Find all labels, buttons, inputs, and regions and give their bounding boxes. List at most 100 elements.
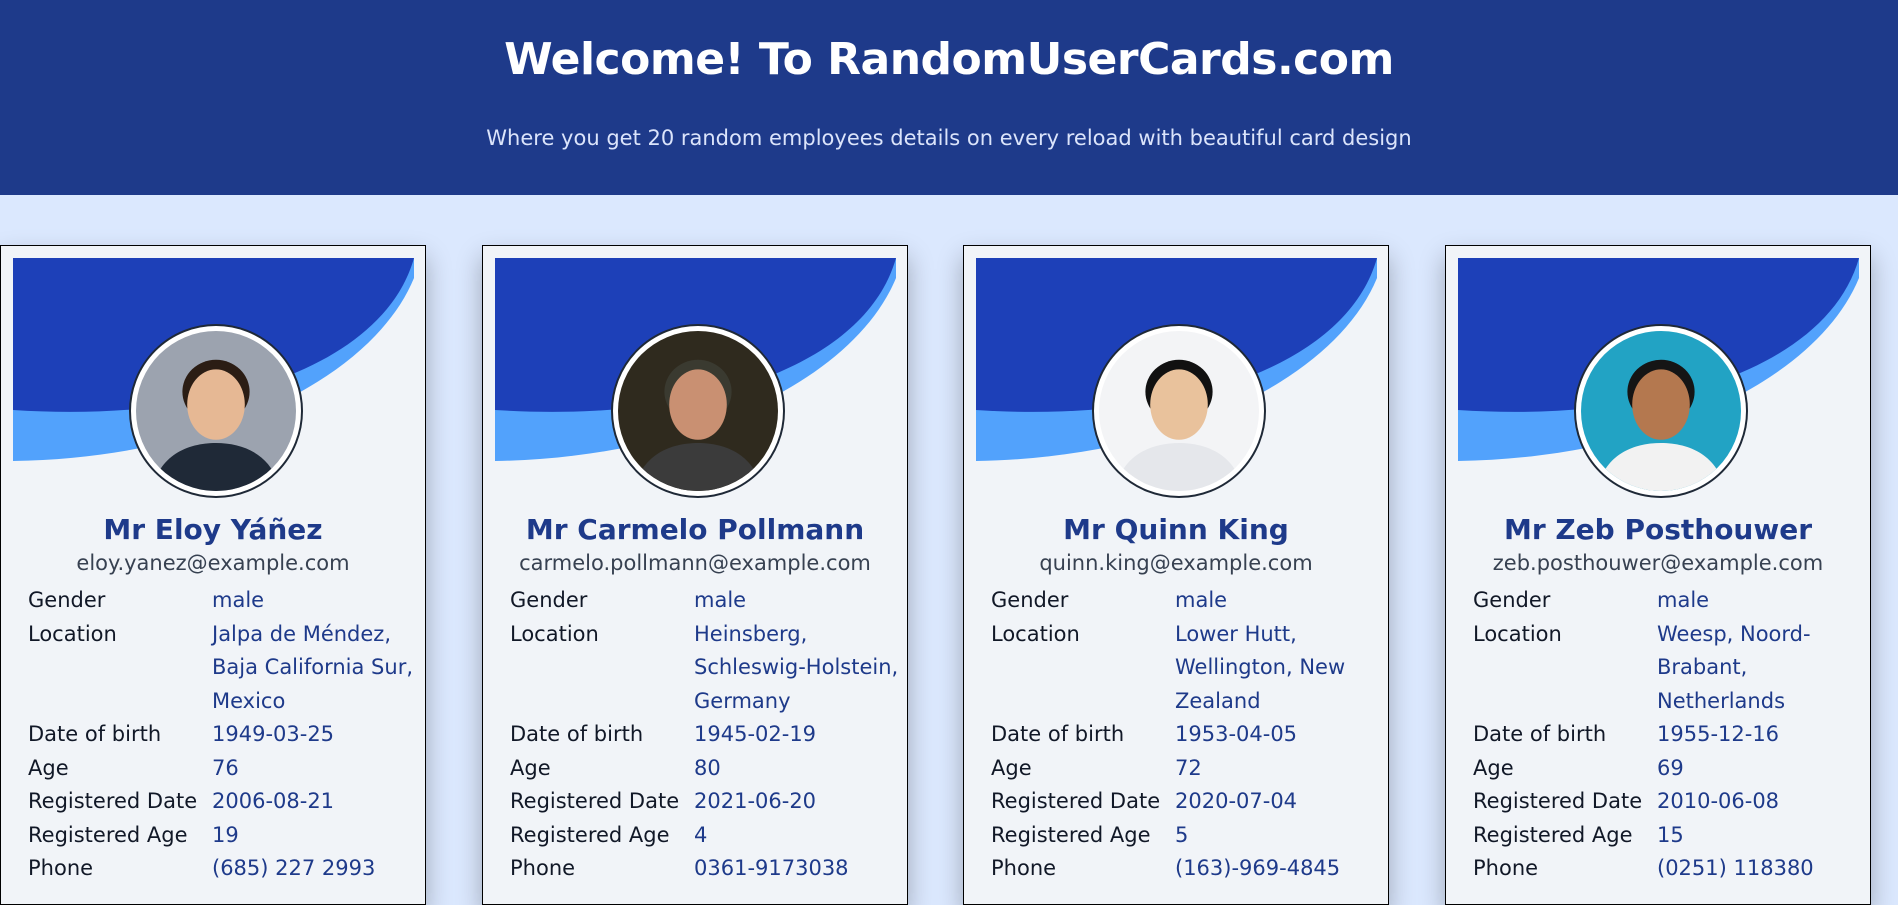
registered-age-value: 5 xyxy=(1175,822,1189,847)
user-card: Mr Zeb Posthouwer zeb.posthouwer@example… xyxy=(1445,245,1871,905)
detail-row-dob: Date of birth 1955-12-16 xyxy=(1473,718,1863,752)
page-subtitle: Where you get 20 random employees detail… xyxy=(486,126,1412,150)
page-title: Welcome! To RandomUserCards.com xyxy=(504,34,1394,85)
dob-value: 1949-03-25 xyxy=(212,722,335,746)
age-label: Age xyxy=(991,755,1032,780)
user-email: carmelo.pollmann@example.com xyxy=(519,551,871,575)
registered-age-value: 15 xyxy=(1657,822,1684,847)
user-name: Mr Eloy Yáñez xyxy=(103,513,323,546)
age-label: Age xyxy=(1473,755,1514,780)
phone-value: (685) 227 2993 xyxy=(212,856,376,880)
age-value: 69 xyxy=(1657,755,1684,780)
phone-value: (163)-969-4845 xyxy=(1175,856,1341,880)
phone-label: Phone xyxy=(510,856,576,880)
registered-date-value: 2006-08-21 xyxy=(212,789,335,813)
dob-label: Date of birth xyxy=(991,722,1125,746)
detail-row-dob: Date of birth 1945-02-19 xyxy=(510,718,900,752)
avatar xyxy=(1574,324,1748,498)
registered-age-label: Registered Age xyxy=(510,822,670,847)
registered-date-value: 2010-06-08 xyxy=(1657,789,1780,813)
age-label: Age xyxy=(510,755,551,780)
user-card: Mr Eloy Yáñez eloy.yanez@example.com Gen… xyxy=(0,245,426,905)
gender-value: male xyxy=(212,588,265,612)
location-label: Location xyxy=(1473,621,1562,646)
avatar xyxy=(611,324,785,498)
phone-value: 0361-9173038 xyxy=(694,856,849,880)
registered-date-label: Registered Date xyxy=(510,789,680,813)
location-value: Lower Hutt, Wellington, New Zealand xyxy=(1175,621,1346,713)
detail-row-phone: Phone (163)-969-4845 xyxy=(991,852,1381,886)
age-value: 76 xyxy=(212,755,239,780)
detail-row-gender: Gender male xyxy=(991,584,1381,618)
location-value: Weesp, Noord-Brabant, Netherlands xyxy=(1657,621,1811,713)
user-details: Gender male Location Lower Hutt, Welling… xyxy=(991,584,1381,886)
user-details: Gender male Location Heinsberg, Schleswi… xyxy=(510,584,900,886)
gender-value: male xyxy=(1175,588,1228,612)
detail-row-location: Location Weesp, Noord-Brabant, Netherlan… xyxy=(1473,618,1863,719)
phone-label: Phone xyxy=(991,856,1057,880)
detail-row-registered-age: Registered Age 4 xyxy=(510,819,900,853)
detail-row-age: Age 80 xyxy=(510,752,900,786)
detail-row-registered-date: Registered Date 2020-07-04 xyxy=(991,785,1381,819)
detail-row-gender: Gender male xyxy=(1473,584,1863,618)
dob-label: Date of birth xyxy=(1473,722,1607,746)
location-value: Jalpa de Méndez, Baja California Sur, Me… xyxy=(212,621,413,713)
gender-label: Gender xyxy=(1473,588,1551,612)
user-card: Mr Carmelo Pollmann carmelo.pollmann@exa… xyxy=(482,245,908,905)
detail-row-registered-date: Registered Date 2010-06-08 xyxy=(1473,785,1863,819)
detail-row-registered-date: Registered Date 2021-06-20 xyxy=(510,785,900,819)
detail-row-phone: Phone 0361-9173038 xyxy=(510,852,900,886)
phone-label: Phone xyxy=(28,856,94,880)
registered-date-value: 2021-06-20 xyxy=(694,789,817,813)
avatar xyxy=(129,324,303,498)
user-details: Gender male Location Jalpa de Méndez, Ba… xyxy=(28,584,418,886)
detail-row-location: Location Lower Hutt, Wellington, New Zea… xyxy=(991,618,1381,719)
age-value: 72 xyxy=(1175,755,1202,780)
dob-label: Date of birth xyxy=(28,722,162,746)
registered-age-value: 4 xyxy=(694,822,708,847)
detail-row-registered-age: Registered Age 5 xyxy=(991,819,1381,853)
detail-row-age: Age 69 xyxy=(1473,752,1863,786)
age-label: Age xyxy=(28,755,69,780)
user-photo-icon xyxy=(1581,331,1741,491)
location-value: Heinsberg, Schleswig-Holstein, Germany xyxy=(694,621,899,713)
user-name: Mr Zeb Posthouwer xyxy=(1503,513,1813,546)
detail-row-location: Location Heinsberg, Schleswig-Holstein, … xyxy=(510,618,900,719)
user-card: Mr Quinn King quinn.king@example.com Gen… xyxy=(963,245,1389,905)
gender-value: male xyxy=(1657,588,1710,612)
detail-row-gender: Gender male xyxy=(28,584,418,618)
site-header: Welcome! To RandomUserCards.com Where yo… xyxy=(0,0,1898,195)
detail-row-age: Age 76 xyxy=(28,752,418,786)
location-label: Location xyxy=(991,621,1080,646)
user-photo-icon xyxy=(136,331,296,491)
location-label: Location xyxy=(28,621,117,646)
user-name: Mr Quinn King xyxy=(1063,513,1289,546)
gender-label: Gender xyxy=(510,588,588,612)
registered-date-label: Registered Date xyxy=(28,789,198,813)
avatar xyxy=(1092,324,1266,498)
detail-row-phone: Phone (0251) 118380 xyxy=(1473,852,1863,886)
phone-value: (0251) 118380 xyxy=(1657,856,1814,880)
gender-label: Gender xyxy=(28,588,106,612)
dob-value: 1955-12-16 xyxy=(1657,722,1780,746)
registered-age-label: Registered Age xyxy=(1473,822,1633,847)
user-photo-icon xyxy=(618,331,778,491)
detail-row-registered-age: Registered Age 15 xyxy=(1473,819,1863,853)
detail-row-registered-age: Registered Age 19 xyxy=(28,819,418,853)
gender-value: male xyxy=(694,588,747,612)
detail-row-gender: Gender male xyxy=(510,584,900,618)
user-email: eloy.yanez@example.com xyxy=(76,551,350,575)
user-photo-icon xyxy=(1099,331,1259,491)
dob-value: 1945-02-19 xyxy=(694,722,817,746)
phone-label: Phone xyxy=(1473,856,1539,880)
detail-row-dob: Date of birth 1953-04-05 xyxy=(991,718,1381,752)
registered-date-label: Registered Date xyxy=(991,789,1161,813)
registered-age-label: Registered Age xyxy=(991,822,1151,847)
registered-age-label: Registered Age xyxy=(28,822,188,847)
age-value: 80 xyxy=(694,755,721,780)
dob-label: Date of birth xyxy=(510,722,644,746)
detail-row-dob: Date of birth 1949-03-25 xyxy=(28,718,418,752)
user-email: zeb.posthouwer@example.com xyxy=(1492,551,1824,575)
registered-age-value: 19 xyxy=(212,822,239,847)
detail-row-age: Age 72 xyxy=(991,752,1381,786)
